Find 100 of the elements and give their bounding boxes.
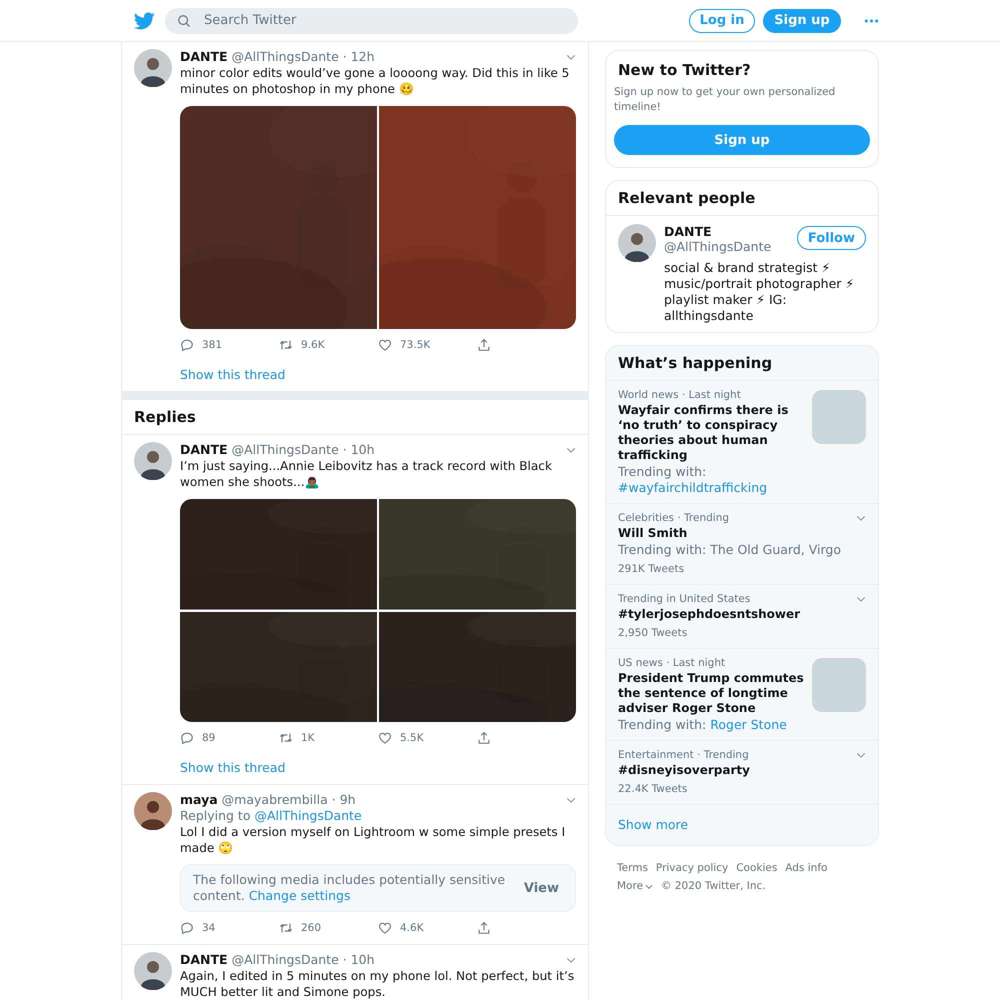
signup-button[interactable]: Sign up — [614, 125, 870, 155]
show-thread-link[interactable]: Show this thread — [180, 760, 286, 775]
view-button[interactable]: View — [524, 880, 559, 896]
trend-title: President Trump commutes the sentence of longtime adviser Roger Stone — [618, 671, 805, 716]
chevron-icon[interactable] — [856, 596, 866, 603]
author-name[interactable]: DANTE — [180, 952, 228, 968]
bird-icon[interactable] — [133, 10, 155, 32]
footer-link[interactable]: Ads info — [785, 861, 828, 876]
trend-title: Will Smith — [618, 526, 688, 541]
avatar[interactable] — [618, 224, 656, 262]
trend-title: Wayfair confirms there is ‘no truth’ to conspiracy theories about human trafficking — [618, 403, 790, 463]
avatar[interactable] — [134, 952, 172, 990]
more-icon[interactable] — [864, 18, 879, 24]
tweet-time[interactable]: · 9h — [332, 792, 356, 808]
tweet-text: I’m just saying...Annie Leibovitz has a track record with Black women she shoots...🙇🏾‍♂ — [180, 458, 553, 490]
author-handle[interactable]: @AllThingsDante — [232, 952, 339, 968]
trend-context: Trending with: The Old Guard, Virgo — [618, 542, 842, 558]
avatar[interactable] — [134, 442, 172, 480]
mention-link[interactable]: @AllThingsDante — [254, 808, 362, 823]
chevron-icon[interactable] — [856, 515, 866, 522]
signup-text: Sign up now to get your own personalized timeline! — [614, 85, 836, 115]
like-count: 73.5K — [400, 339, 430, 351]
trend-item[interactable]: Entertainment · Trending #disneyisoverparty 22.4K Tweets — [606, 741, 878, 805]
trend-link[interactable]: Roger Stone — [710, 717, 787, 732]
trend-meta: World news · Last night — [618, 388, 742, 403]
chevron-icon[interactable] — [566, 956, 576, 964]
person-handle[interactable]: @AllThingsDante — [664, 239, 772, 254]
heart-icon[interactable] — [378, 921, 392, 935]
like-count: 4.6K — [400, 922, 424, 934]
trend-meta: Trending in United States — [618, 592, 752, 607]
heart-icon[interactable] — [378, 731, 392, 745]
thumbnail — [812, 390, 866, 444]
author-name[interactable]: DANTE — [180, 442, 228, 458]
chevron-icon[interactable] — [566, 54, 576, 60]
avatar[interactable] — [134, 49, 172, 87]
trend-title: #disneyisoverparty — [618, 763, 751, 778]
tweet-text: Lol I did a version myself on Lightroom w some simple presets I made 🙄 — [180, 824, 566, 856]
tweet-time[interactable]: · 12h — [342, 49, 375, 65]
tweet-count: 22.4K Tweets — [618, 782, 688, 797]
trend-link[interactable]: #wayfairchildtrafficking — [618, 480, 768, 495]
author-name[interactable]: DANTE — [180, 49, 228, 65]
trend-item[interactable]: Celebrities · Trending Will Smith Trending with: The Old Guard, Virgo 291K Tweets — [606, 504, 878, 585]
retweet-count: 9.6K — [301, 339, 325, 351]
chevron-icon[interactable] — [856, 752, 866, 759]
share-icon[interactable] — [477, 921, 491, 935]
author-handle[interactable]: @AllThingsDante — [232, 442, 339, 458]
more-menu-link[interactable]: More — [617, 879, 654, 894]
like-count: 5.5K — [400, 732, 424, 744]
tweet-text: minor color edits would’ve gone a loooong way. Did this in like 5 minutes on photoshop in my phone 🥴 — [180, 65, 570, 97]
replying-to-text: Replying to @AllThingsDante — [180, 808, 363, 824]
chevron-icon — [645, 884, 654, 890]
show-thread-link[interactable]: Show this thread — [180, 367, 286, 382]
reply-icon[interactable] — [180, 731, 194, 745]
person-bio: social & brand strategist ⚡ music/portrait photographer ⚡ playlist maker ⚡ IG: allthingsdante — [664, 260, 856, 324]
reply-icon[interactable] — [180, 921, 194, 935]
trend-meta: Entertainment · Trending — [618, 748, 750, 763]
retweet-count: 260 — [301, 922, 322, 934]
sensitive-notice-text: The following media includes potentially sensitive content. Change settings — [193, 872, 506, 904]
follow-button[interactable]: Follow — [796, 226, 866, 250]
footer-link[interactable]: Terms — [617, 861, 648, 876]
retweet-icon[interactable] — [279, 338, 293, 352]
person-name[interactable]: DANTE — [664, 224, 772, 239]
panel-title: What’s happening — [606, 354, 878, 381]
trend-meta: Celebrities · Trending — [618, 511, 730, 526]
trend-meta: US news · Last night — [618, 656, 726, 671]
show-more-link[interactable]: Show more — [606, 805, 878, 845]
login-button[interactable]: Log in — [689, 8, 755, 32]
signup-button[interactable]: Sign up — [763, 8, 841, 32]
reply-count: 89 — [202, 732, 216, 744]
footer-link[interactable]: Cookies — [736, 861, 778, 876]
retweet-icon[interactable] — [279, 731, 293, 745]
tweet-text: Again, I edited in 5 minutes on my phone lol. Not perfect, but it’s MUCH better lit and Simone pops. — [180, 968, 576, 1000]
author-handle[interactable]: @AllThingsDante — [232, 49, 339, 65]
card-title: Relevant people — [606, 189, 878, 216]
chevron-icon[interactable] — [566, 446, 576, 454]
tweet-time[interactable]: · 10h — [342, 442, 375, 458]
share-icon[interactable] — [477, 731, 491, 745]
thumbnail — [812, 658, 866, 712]
trend-context: Trending with: #wayfairchildtrafficking — [618, 464, 768, 496]
share-icon[interactable] — [477, 338, 491, 352]
tweet-time[interactable]: · 10h — [342, 952, 375, 968]
replies-heading: Replies — [122, 400, 588, 435]
chevron-icon[interactable] — [566, 796, 576, 804]
copyright: © 2020 Twitter, Inc. — [661, 879, 766, 894]
search-field[interactable]: Search Twitter — [165, 8, 578, 34]
author-handle[interactable]: @mayabrembilla — [222, 792, 328, 808]
trend-item[interactable]: World news · Last night Wayfair confirms there is ‘no truth’ to conspiracy theories about human trafficking Trending with: #wayfairchildtrafficking — [606, 381, 878, 504]
retweet-count: 1K — [301, 732, 315, 744]
change-settings-link[interactable]: Change settings — [248, 888, 350, 903]
footer-link[interactable]: Privacy policy — [656, 861, 728, 876]
author-name[interactable]: maya — [180, 792, 218, 808]
reply-count: 34 — [202, 922, 216, 934]
trend-item[interactable]: US news · Last night President Trump commutes the sentence of longtime adviser Roger Stone Trending with: Roger Stone — [606, 649, 878, 741]
search-icon — [177, 14, 191, 28]
heart-icon[interactable] — [378, 338, 392, 352]
retweet-icon[interactable] — [279, 921, 293, 935]
trend-item[interactable]: Trending in United States #tylerjosephdoesntshower 2,950 Tweets — [606, 585, 878, 649]
trend-context: Trending with: Roger Stone — [618, 717, 788, 733]
reply-icon[interactable] — [180, 338, 194, 352]
avatar[interactable] — [134, 792, 172, 830]
